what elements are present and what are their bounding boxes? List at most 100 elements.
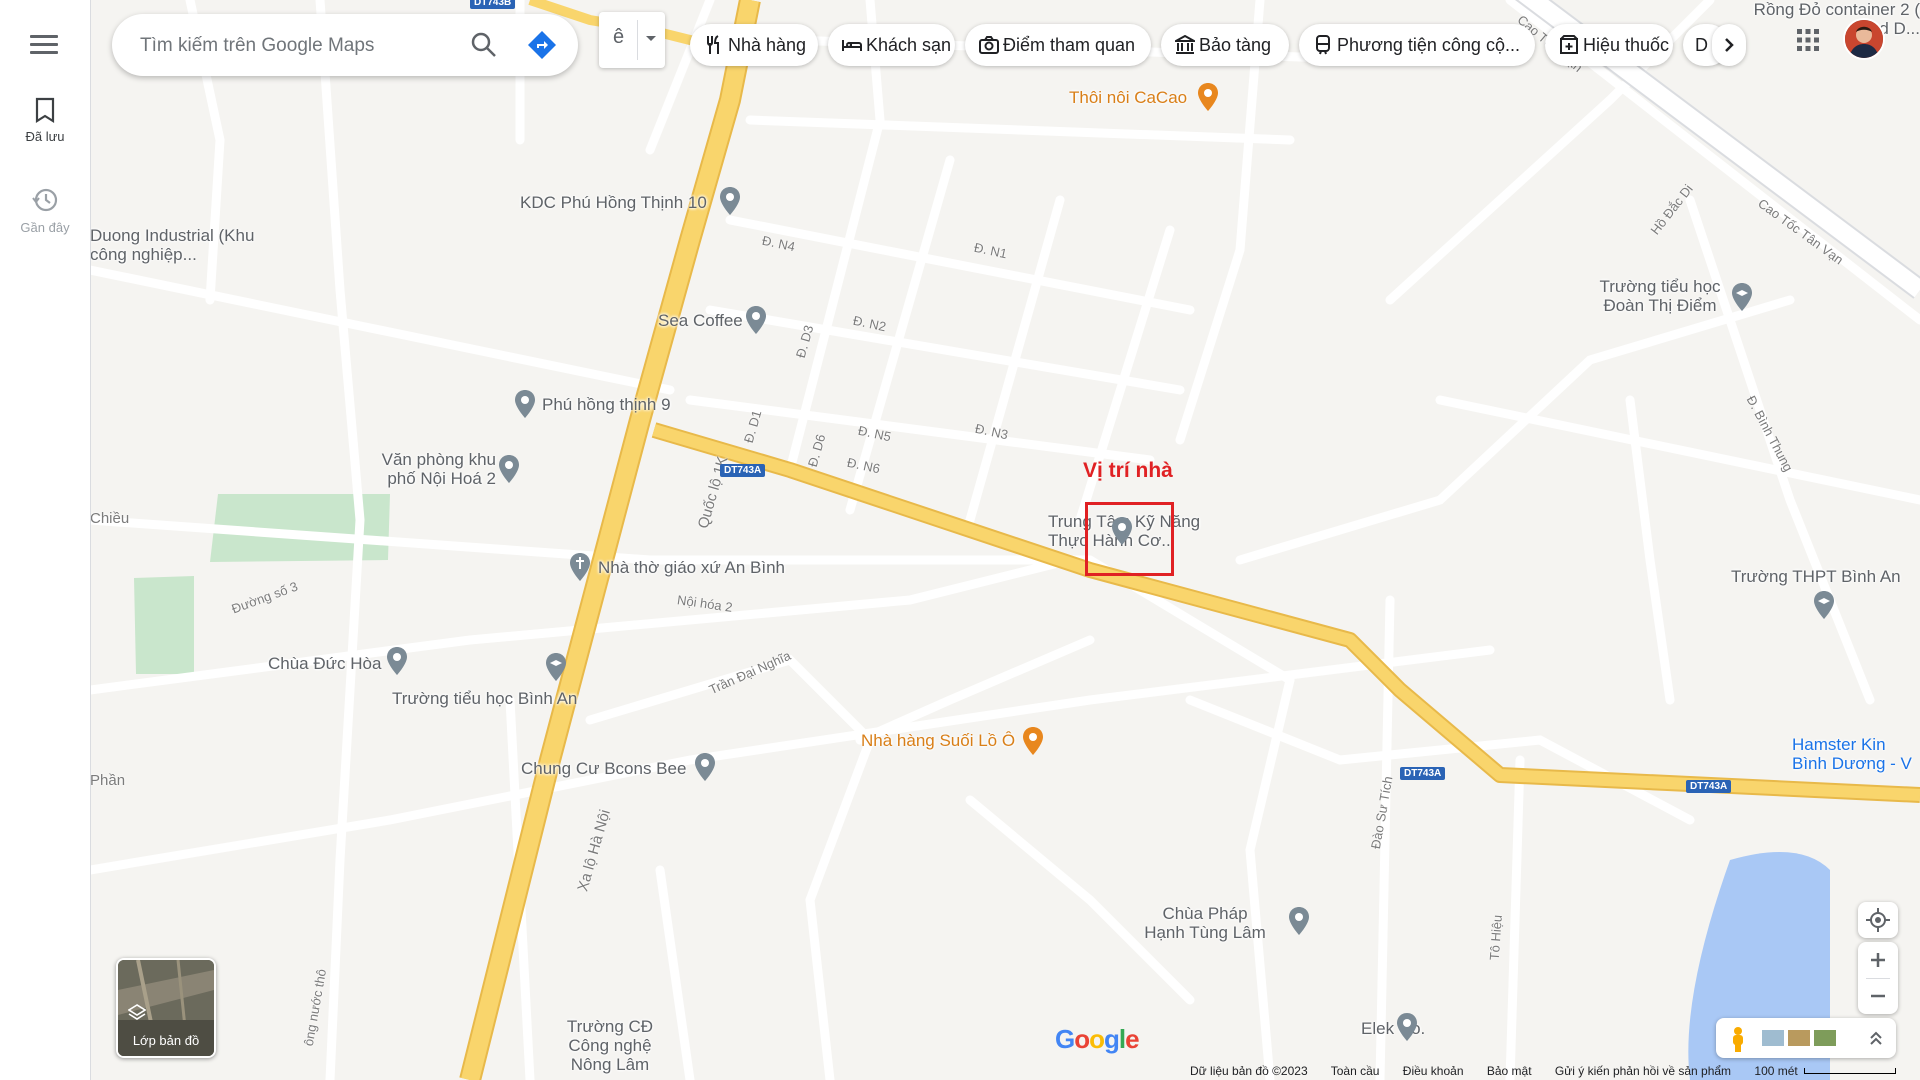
route-shield: DT743A: [1686, 780, 1732, 793]
zoom-control: [1858, 942, 1898, 1014]
place-label[interactable]: Thôi nôi CaCao: [1069, 88, 1187, 108]
chip-label: Hiệu thuốc: [1583, 35, 1670, 55]
school-pin-icon[interactable]: [1731, 282, 1753, 312]
footer-link[interactable]: Điều khoản: [1403, 1064, 1464, 1078]
apps-grid-icon[interactable]: [1796, 28, 1820, 52]
chip-museums[interactable]: Bảo tàng: [1161, 24, 1289, 66]
zoom-out-icon[interactable]: [1858, 978, 1898, 1014]
my-location-icon: [1866, 908, 1890, 932]
road-label: Tô Hiệu: [1486, 914, 1505, 961]
expand-up-icon[interactable]: [1866, 1028, 1886, 1048]
footer-link[interactable]: Bảo mật: [1487, 1064, 1532, 1078]
road-label: Phần: [90, 772, 126, 789]
restaurant-pin-icon[interactable]: [1197, 82, 1219, 112]
chip-restaurants[interactable]: Nhà hàng: [690, 24, 818, 66]
place-label[interactable]: Văn phòng khu phố Nội Hoá 2: [372, 450, 496, 488]
place-pin-icon[interactable]: [694, 752, 716, 782]
sidebar-item-label: Đã lưu: [25, 129, 65, 144]
place-pin-icon[interactable]: [386, 646, 408, 676]
chip-label: D: [1695, 35, 1708, 55]
sidebar-item-label: Gần đây: [20, 220, 70, 235]
transit-icon: [1316, 35, 1330, 55]
layers-label: Lớp bản đồ: [132, 1033, 200, 1048]
search-icon[interactable]: [470, 31, 498, 59]
school-pin-icon[interactable]: [1813, 590, 1835, 620]
restaurant-pin-icon[interactable]: [1022, 726, 1044, 756]
chevron-down-icon: [646, 36, 656, 41]
camera-icon: [979, 36, 999, 54]
school-pin-icon[interactable]: [545, 652, 567, 682]
bookmark-icon: [35, 97, 55, 123]
place-pin-icon[interactable]: [1396, 1012, 1418, 1042]
place-pin-icon[interactable]: [498, 454, 520, 484]
map-data-credit: Dữ liệu bản đồ ©2023: [1190, 1064, 1308, 1078]
place-label[interactable]: Hamster Kin Bình Dương - V: [1792, 735, 1918, 773]
temple-pin-icon[interactable]: [1288, 906, 1310, 936]
road-label: Chiều: [90, 510, 130, 527]
layers-button[interactable]: Lớp bản đồ: [116, 958, 216, 1058]
imagery-thumbnails[interactable]: [1762, 1028, 1842, 1048]
footer-link[interactable]: Toàn cầu: [1331, 1064, 1380, 1078]
place-label[interactable]: Phú hồng thịnh 9: [542, 395, 671, 415]
place-label[interactable]: Nhà hàng Suối Lồ Ô: [861, 731, 1015, 751]
place-label[interactable]: Chùa Pháp Hạnh Tùng Lâm: [1140, 904, 1270, 942]
search-box: [112, 14, 578, 76]
directions-icon[interactable]: [526, 29, 558, 61]
scale-label[interactable]: 100 mét: [1754, 1064, 1797, 1078]
annotation-label: Vị trí nhà: [1083, 459, 1173, 482]
place-pin-icon[interactable]: [514, 389, 536, 419]
input-tools-label: ê: [613, 26, 625, 48]
route-shield: DT743B: [470, 0, 516, 9]
route-shield: DT743A: [1400, 767, 1446, 780]
chip-label: Bảo tàng: [1199, 35, 1272, 55]
place-label[interactable]: Chùa Đức Hòa: [268, 654, 381, 674]
restaurant-icon: [707, 35, 719, 54]
scale-bar: [1804, 1068, 1896, 1074]
place-label[interactable]: Chung Cư Bcons Bee: [521, 759, 686, 779]
place-label[interactable]: Trường tiểu học Đoàn Thị Điểm: [1590, 277, 1730, 315]
church-pin-icon[interactable]: [569, 552, 591, 582]
place-label[interactable]: Duong Industrial (Khu công nghiệp...: [90, 226, 270, 264]
chips-next-button[interactable]: [1712, 24, 1746, 66]
input-tools-button[interactable]: ê: [599, 12, 665, 68]
sidebar-item-recent[interactable]: Gần đây: [0, 186, 90, 235]
chip-pharmacies[interactable]: Hiệu thuốc: [1545, 24, 1673, 66]
annotation-box: [1085, 502, 1174, 576]
zoom-in-icon[interactable]: [1858, 942, 1898, 978]
museum-icon: [1175, 35, 1195, 54]
left-sidebar: Đã lưu Gần đây: [0, 0, 91, 1080]
map-canvas[interactable]: Thôi nôi CaCao KDC Phú Hồng Thịnh 10 Sea…: [90, 0, 1920, 1080]
avatar[interactable]: [1843, 18, 1885, 60]
chip-attractions[interactable]: Điểm tham quan: [965, 24, 1151, 66]
place-pin-icon[interactable]: [745, 305, 767, 335]
place-label[interactable]: Rồng Đỏ container 2 ( Red D...: [1750, 0, 1920, 38]
chip-label: Điểm tham quan: [1003, 35, 1136, 55]
place-label[interactable]: Trường tiểu học Bình An: [392, 689, 577, 709]
place-label[interactable]: Sea Coffee: [658, 311, 743, 331]
chip-transit[interactable]: Phương tiện công cộ...: [1299, 24, 1535, 66]
pharmacy-icon: [1560, 35, 1578, 54]
map-bottom-controls: [1716, 1018, 1896, 1058]
chip-label: Phương tiện công cộ...: [1337, 35, 1520, 55]
my-location-button[interactable]: [1858, 902, 1898, 938]
map-roads: [90, 0, 1920, 1080]
place-label[interactable]: KDC Phú Hồng Thịnh 10: [520, 193, 707, 213]
pegman-icon[interactable]: [1730, 1026, 1746, 1052]
menu-icon[interactable]: [30, 32, 58, 56]
place-pin-icon[interactable]: [719, 186, 741, 216]
sidebar-item-saved[interactable]: Đã lưu: [0, 97, 90, 144]
layers-icon: [128, 1004, 146, 1020]
history-icon: [32, 188, 58, 212]
place-label[interactable]: Trường THPT Bình An: [1731, 567, 1901, 587]
map-footer: Dữ liệu bản đồ ©2023 Toàn cầu Điều khoản…: [1190, 1064, 1818, 1080]
footer-link[interactable]: Gửi ý kiến phản hồi về sản phẩm: [1555, 1064, 1731, 1078]
chevron-right-icon: [1725, 38, 1734, 52]
place-label[interactable]: Nhà thờ giáo xứ An Bình: [598, 558, 785, 578]
chip-label: Nhà hàng: [728, 35, 807, 55]
avatar-image: [1845, 20, 1883, 58]
place-label[interactable]: Trường CĐ Công nghệ Nông Lâm: [550, 1017, 670, 1074]
hotel-icon: [842, 40, 862, 51]
search-input[interactable]: [138, 30, 462, 62]
chip-hotels[interactable]: Khách sạn: [828, 24, 955, 66]
google-logo: Google: [1055, 1024, 1140, 1054]
